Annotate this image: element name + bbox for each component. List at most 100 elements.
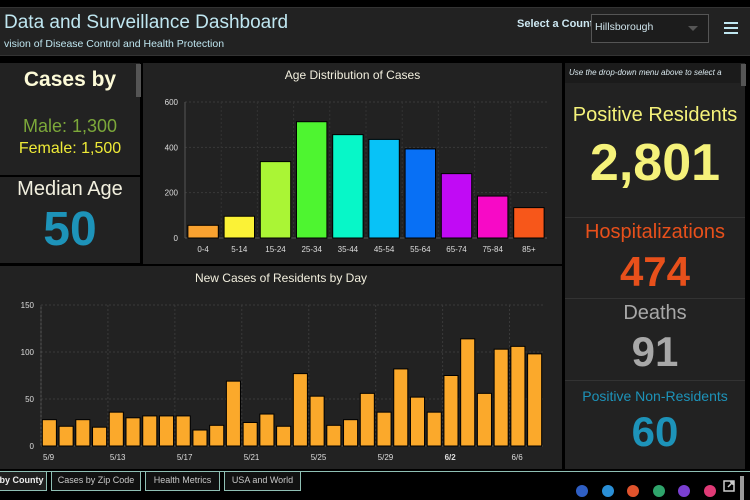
county-dropdown-value: Hillsborough [595, 21, 654, 33]
tab-label: USA and World [231, 475, 294, 485]
bar-25-34[interactable] [295, 121, 328, 239]
x-tick-label: 5/13 [110, 453, 126, 462]
bar-65-74[interactable] [440, 173, 473, 239]
x-tick-label: 5/29 [378, 453, 394, 462]
x-tick-label: 0-4 [197, 245, 209, 254]
bar-5/19[interactable] [209, 424, 225, 447]
x-tick-label: 35-44 [338, 245, 359, 254]
x-tick-label: 5/9 [43, 453, 55, 462]
bar-5/12[interactable] [92, 426, 108, 447]
bar-5/28[interactable] [359, 392, 375, 447]
bar-5/31[interactable] [409, 396, 426, 447]
bar-5/18[interactable] [192, 429, 208, 447]
bar-5/11[interactable] [75, 419, 91, 447]
deaths-value: 91 [631, 328, 679, 375]
y-tick-label: 200 [165, 189, 179, 198]
y-tick-label: 150 [21, 301, 35, 310]
bar-55-64[interactable] [404, 148, 437, 239]
x-tick-label: 75-84 [482, 245, 503, 254]
tab-usa-and-world[interactable]: USA and World [224, 472, 301, 491]
bar-6/4[interactable] [476, 392, 492, 447]
bar-6/1[interactable] [426, 411, 442, 447]
y-tick-label: 400 [165, 143, 179, 152]
bar-5/17[interactable] [175, 415, 191, 447]
x-tick-label: 45-54 [374, 245, 395, 254]
x-tick-label: 5/25 [311, 453, 327, 462]
x-tick-label: 15-24 [265, 245, 286, 254]
x-tick-label: 85+ [522, 245, 536, 254]
chevron-down-icon [688, 26, 698, 31]
tab-label: Cases by Zip Code [57, 475, 135, 485]
tab-cases-by-county[interactable]: by County [0, 472, 47, 491]
right-panel-scrollbar[interactable] [741, 64, 746, 86]
bar-5/23[interactable] [276, 425, 292, 447]
facebook-icon[interactable] [576, 485, 588, 497]
open-external-icon[interactable] [723, 480, 735, 492]
x-tick-label: 25-34 [301, 245, 322, 254]
x-tick-label: 5/21 [244, 453, 260, 462]
tab-label: by County [0, 475, 44, 485]
hospitalizations-label: Hospitalizations [584, 221, 726, 243]
bar-5/13[interactable] [108, 411, 124, 447]
bar-45-54[interactable] [368, 138, 400, 239]
x-tick-label: 55-64 [410, 245, 431, 254]
tab-bar: by County Cases by Zip Code Health Metri… [0, 471, 750, 500]
y-tick-label: 0 [30, 442, 35, 451]
bar-75-84[interactable] [476, 195, 509, 239]
divider [565, 298, 745, 299]
bar-5/20[interactable] [225, 380, 241, 447]
bar-5/21[interactable] [242, 422, 258, 447]
y-tick-label: 0 [174, 234, 179, 243]
bar-5-14[interactable] [223, 215, 256, 239]
y-tick-label: 50 [25, 395, 34, 404]
tab-health-metrics[interactable]: Health Metrics [145, 472, 220, 491]
bar-5/24[interactable] [292, 373, 308, 447]
bar-5/9[interactable] [41, 419, 57, 447]
dashboard-subtitle: vision of Disease Control and Health Pro… [4, 38, 225, 50]
hamburger-menu-icon[interactable] [724, 22, 738, 35]
bar-5/14[interactable] [125, 417, 141, 447]
tab-cases-by-zip-code[interactable]: Cases by Zip Code [51, 472, 141, 491]
bar-5/26[interactable] [326, 424, 342, 447]
age-distribution-chart: 0 200 400 600 0-4 5-14 15-24 25-34 35-44 45-54 55-… [165, 98, 547, 254]
divider [565, 380, 745, 381]
non-residents-label: Positive Non-Residents [582, 388, 728, 404]
twitter-icon[interactable] [601, 485, 614, 497]
bar-0-4[interactable] [187, 224, 219, 239]
non-residents-value: 60 [631, 408, 679, 455]
bar-85+[interactable] [513, 207, 545, 239]
instruction-note: Use the drop-down menu above to select a [569, 68, 722, 77]
bottom-scrollbar[interactable] [740, 476, 744, 500]
bar-5/16[interactable] [158, 415, 175, 447]
bar-6/7[interactable] [527, 353, 543, 447]
bar-5/30[interactable] [393, 368, 409, 447]
y-tick-label: 600 [165, 98, 179, 107]
positive-residents-label: Positive Residents [572, 104, 738, 126]
tab-label: Health Metrics [153, 475, 212, 485]
bar-35-44[interactable] [332, 134, 364, 239]
embed-code-icon[interactable] [627, 485, 639, 497]
bar-6/6[interactable] [510, 345, 526, 447]
hospitalizations-value: 474 [619, 248, 691, 295]
x-tick-label: 65-74 [446, 245, 467, 254]
x-tick-label: 5/17 [177, 453, 193, 462]
bar-5/15[interactable] [142, 415, 158, 447]
cases-by-heading: Cases by [23, 68, 117, 91]
median-age-label: Median Age [17, 178, 123, 200]
email-icon[interactable] [678, 485, 690, 497]
county-dropdown[interactable]: Hillsborough [591, 14, 709, 43]
county-select-label: Select a County [517, 18, 600, 30]
bar-15-24[interactable] [259, 161, 292, 239]
bar-5/27[interactable] [343, 419, 359, 447]
bar-5/29[interactable] [376, 411, 392, 447]
bar-5/22[interactable] [259, 413, 275, 447]
bar-6/2[interactable] [443, 375, 459, 447]
deaths-label: Deaths [623, 302, 687, 324]
link-icon[interactable] [703, 485, 716, 497]
bar-5/25[interactable] [309, 395, 325, 447]
bar-5/10[interactable] [58, 425, 74, 447]
bar-6/3[interactable] [460, 338, 476, 447]
bar-6/5[interactable] [493, 348, 509, 447]
qr-code-icon[interactable] [652, 485, 665, 497]
divider [565, 217, 745, 218]
